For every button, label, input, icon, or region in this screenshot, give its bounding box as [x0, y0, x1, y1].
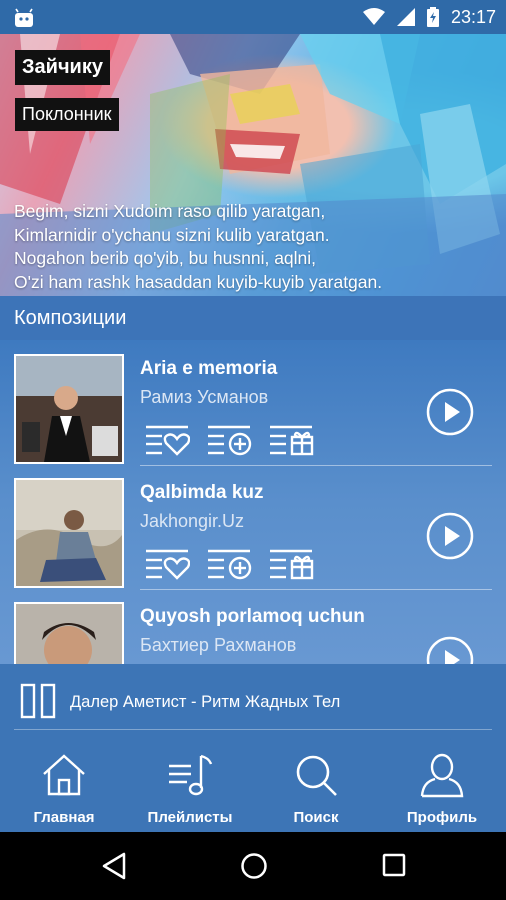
- lyrics-line: Kimlarnidir o'ychanu sizni kulib yaratga…: [14, 224, 330, 245]
- now-playing-bar[interactable]: Далер Аметист - Ритм Жадных Тел: [0, 664, 506, 744]
- track-row[interactable]: Quyosh porlamoq uchun Бахтиер Рахманов: [0, 588, 506, 664]
- system-navigation-bar: [0, 832, 506, 900]
- add-icon[interactable]: [206, 424, 252, 456]
- playlist-icon: [169, 754, 213, 796]
- profile-icon: [420, 753, 464, 798]
- track-artist[interactable]: Jakhongir.Uz: [140, 511, 244, 532]
- gift-icon[interactable]: [268, 424, 314, 456]
- hero-lyrics: Begim, sizni Xudoim raso qilib yaratgan,…: [14, 200, 494, 294]
- like-icon[interactable]: [144, 424, 190, 456]
- track-cover: [14, 602, 124, 664]
- home-circle-icon[interactable]: [240, 852, 268, 880]
- track-row[interactable]: Aria e memoria Рамиз Усманов: [0, 340, 506, 466]
- nav-profile[interactable]: Профиль: [379, 744, 505, 832]
- section-header: Композиции: [0, 296, 506, 340]
- track-cover: [14, 354, 124, 464]
- track-cover: [14, 478, 124, 588]
- back-icon[interactable]: [101, 852, 127, 880]
- hero-tag-subtitle: Поклонник: [15, 98, 119, 131]
- play-icon[interactable]: [426, 388, 474, 436]
- like-icon[interactable]: [144, 548, 190, 580]
- home-icon: [43, 754, 85, 796]
- search-icon: [296, 755, 337, 796]
- android-icon: [15, 8, 33, 27]
- lyrics-line: Begim, sizni Xudoim raso qilib yaratgan,: [14, 201, 326, 221]
- section-title: Композиции: [14, 307, 127, 329]
- bottom-navigation: Главная Плейлисты Поиск Профиль: [0, 744, 506, 832]
- track-title[interactable]: Qalbimda kuz: [140, 482, 264, 504]
- signal-icon: [396, 8, 415, 26]
- nav-home[interactable]: Главная: [1, 744, 127, 832]
- track-list[interactable]: Aria e memoria Рамиз Усманов Qalbimda ku…: [0, 340, 506, 664]
- add-icon[interactable]: [206, 548, 252, 580]
- recents-icon[interactable]: [382, 853, 406, 877]
- lyrics-line: Nogahon berib qo'yib, bu husnni, aqlni,: [14, 248, 317, 268]
- now-playing-progress-line: [14, 729, 492, 730]
- play-icon[interactable]: [426, 636, 474, 664]
- track-row[interactable]: Qalbimda kuz Jakhongir.Uz: [0, 464, 506, 590]
- wifi-icon: [362, 8, 385, 25]
- nav-playlists-label: Плейлисты: [147, 809, 233, 826]
- pause-icon[interactable]: [20, 683, 56, 719]
- track-artist[interactable]: Рамиз Усманов: [140, 387, 268, 408]
- track-title[interactable]: Aria e memoria: [140, 358, 277, 380]
- nav-playlists[interactable]: Плейлисты: [127, 744, 253, 832]
- nav-search-label: Поиск: [293, 809, 339, 826]
- now-playing-title: Далер Аметист - Ритм Жадных Тел: [70, 693, 341, 711]
- battery-icon: [426, 7, 439, 27]
- hero-tag-title: Зайчику: [15, 50, 110, 85]
- lyrics-line: O'zi ham rashk hasaddan kuyib-kuyib yara…: [14, 271, 383, 292]
- status-bar: 23:17: [0, 0, 506, 34]
- hero-banner[interactable]: Зайчику Поклонник Begim, sizni Xudoim ra…: [0, 34, 506, 296]
- track-title[interactable]: Quyosh porlamoq uchun: [140, 606, 365, 628]
- gift-icon[interactable]: [268, 548, 314, 580]
- track-artist[interactable]: Бахтиер Рахманов: [140, 635, 296, 656]
- nav-home-label: Главная: [33, 809, 95, 826]
- status-time: 23:17: [450, 6, 496, 27]
- play-icon[interactable]: [426, 512, 474, 560]
- nav-search[interactable]: Поиск: [253, 744, 379, 832]
- nav-profile-label: Профиль: [406, 809, 478, 826]
